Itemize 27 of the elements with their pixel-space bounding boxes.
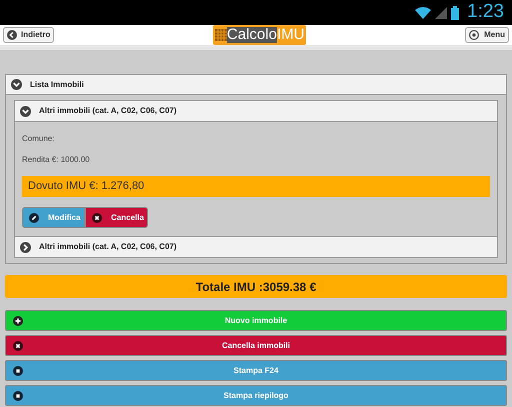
logo-text: Calcolo (226, 27, 277, 43)
action-button[interactable]: Modifica (22, 207, 85, 228)
clock: 1:23 (467, 0, 504, 24)
accordion-header[interactable]: Lista Immobili (6, 75, 506, 95)
square-icon (13, 391, 23, 401)
menu-button[interactable]: Menu (465, 27, 509, 43)
wifi-icon (415, 6, 432, 18)
action-button[interactable]: Cancella immobili (5, 335, 507, 356)
logo-accent-text: IMU (276, 27, 304, 43)
action-button[interactable]: Cancella (85, 207, 148, 228)
property-field: Rendita €: 1000.00 (22, 154, 490, 166)
pencil-icon (29, 212, 39, 222)
close-icon (13, 341, 23, 351)
battery-icon (451, 6, 460, 20)
signal-icon (435, 6, 448, 18)
close-icon (92, 212, 102, 222)
action-button[interactable]: Stampa F24 (5, 360, 507, 381)
due-amount: Dovuto IMU €: 1.276,80 (22, 176, 490, 197)
action-button[interactable]: Stampa riepilogo (5, 385, 507, 406)
back-button[interactable]: Indietro (3, 27, 54, 43)
property-field: Comune: (22, 133, 490, 145)
total-bar: Totale IMU :3059.38 € (5, 275, 507, 298)
square-icon (13, 366, 23, 376)
menu-icon (469, 30, 479, 40)
accordion-header[interactable]: Altri immobili (cat. A, C02, C06, C07) (15, 101, 497, 121)
plus-icon (13, 316, 23, 326)
accordion-header[interactable]: Altri immobili (cat. A, C02, C06, C07) (15, 237, 497, 257)
